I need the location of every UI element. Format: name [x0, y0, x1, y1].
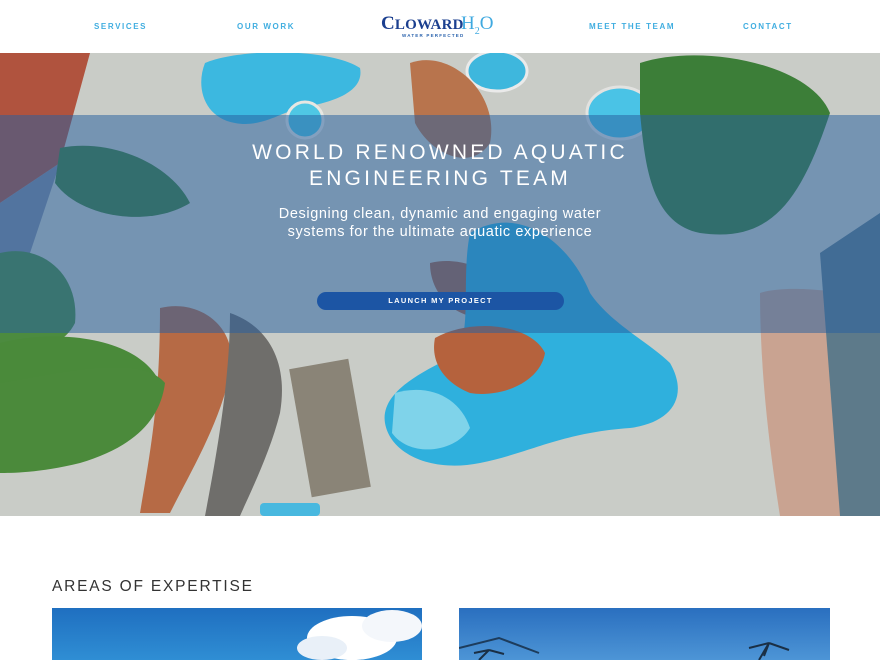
sky-palms-photo [459, 608, 830, 660]
cloward-h2o-logo[interactable]: CLOWARD H2O WATER PERFECTED [381, 13, 503, 43]
sky-clouds-photo [52, 608, 422, 660]
hero-title: WORLD RENOWNED AQUATIC ENGINEERING TEAM [252, 141, 628, 190]
expertise-card-image-2[interactable] [459, 608, 830, 660]
nav-link-our-work[interactable]: OUR WORK [237, 22, 295, 31]
logo-tagline: WATER PERFECTED [402, 33, 465, 38]
expertise-card-image-1[interactable] [52, 608, 422, 660]
top-navigation: SERVICES OUR WORK CLOWARD H2O WATER PERF… [0, 0, 880, 53]
hero-subtitle: Designing clean, dynamic and engaging wa… [278, 206, 602, 240]
logo-h2o-mark: H2O [461, 13, 494, 37]
areas-of-expertise-heading: AREAS OF EXPERTISE [52, 578, 254, 595]
launch-my-project-button[interactable]: LAUNCH MY PROJECT [317, 292, 564, 310]
nav-link-services[interactable]: SERVICES [94, 22, 147, 31]
nav-link-meet-the-team[interactable]: MEET THE TEAM [589, 22, 675, 31]
hero-banner: WORLD RENOWNED AQUATIC ENGINEERING TEAM … [0, 53, 880, 516]
nav-link-contact[interactable]: CONTACT [743, 22, 793, 31]
